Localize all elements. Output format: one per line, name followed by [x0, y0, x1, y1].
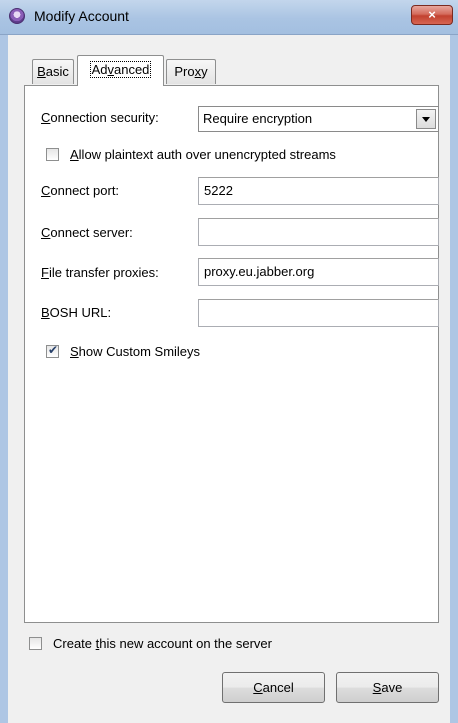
- tab-basic-label: Basic: [37, 64, 69, 79]
- create-account-label[interactable]: Create this new account on the server: [53, 636, 272, 651]
- connect-server-label: Connect server:: [41, 225, 133, 240]
- window-frame-right: [450, 35, 458, 723]
- connect-port-input[interactable]: 5222: [198, 177, 439, 205]
- bosh-url-label: BOSH URL:: [41, 305, 112, 320]
- tab-basic[interactable]: Basic: [32, 59, 74, 84]
- show-custom-smileys-checkbox[interactable]: [46, 343, 59, 358]
- file-transfer-proxies-label: File transfer proxies:: [41, 265, 159, 280]
- bosh-url-input[interactable]: [198, 299, 439, 327]
- save-button[interactable]: Save: [336, 672, 439, 703]
- title-bar: Modify Account ×: [0, 0, 458, 35]
- connection-security-select[interactable]: Require encryption: [198, 106, 439, 132]
- tab-proxy-label: Proxy: [174, 64, 208, 79]
- show-custom-smileys-label[interactable]: Show Custom Smileys: [70, 344, 200, 359]
- dropdown-arrow-icon[interactable]: [416, 109, 436, 129]
- allow-plaintext-label[interactable]: Allow plaintext auth over unencrypted st…: [70, 147, 336, 162]
- close-button[interactable]: ×: [411, 5, 453, 25]
- window-title: Modify Account: [34, 8, 129, 24]
- allow-plaintext-checkbox[interactable]: [46, 148, 59, 161]
- tab-advanced[interactable]: Advanced: [77, 55, 164, 86]
- file-transfer-proxies-input[interactable]: proxy.eu.jabber.org: [198, 258, 439, 286]
- create-account-checkbox[interactable]: [29, 637, 42, 650]
- cancel-button[interactable]: Cancel: [222, 672, 325, 703]
- tab-proxy[interactable]: Proxy: [166, 59, 216, 84]
- connection-security-value: Require encryption: [203, 111, 313, 126]
- window-frame-left: [0, 35, 8, 723]
- connect-server-input[interactable]: [198, 218, 439, 246]
- tab-advanced-label: Advanced: [89, 61, 152, 78]
- pidgin-app-icon: [9, 8, 25, 24]
- connection-security-label: Connection security:: [41, 110, 159, 125]
- connect-port-label: Connect port:: [41, 183, 120, 198]
